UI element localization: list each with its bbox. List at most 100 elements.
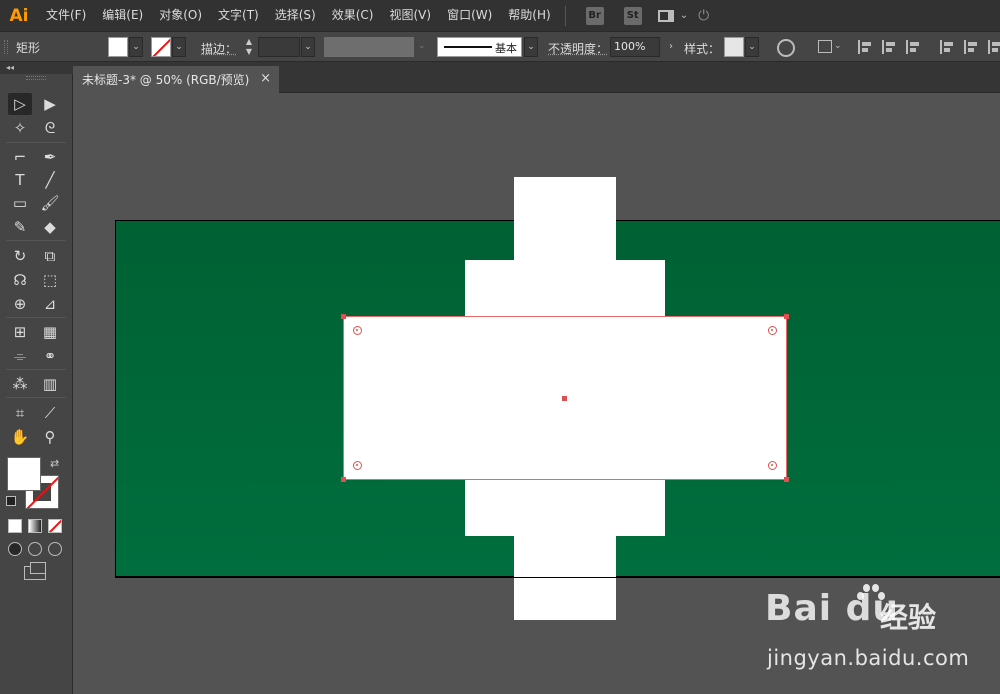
blend-tool-icon[interactable]: ⚭ — [38, 345, 62, 367]
artboard-tool-icon[interactable]: ⌗ — [8, 402, 32, 424]
rotate-tool-icon[interactable]: ↻ — [8, 245, 32, 267]
hand-tool-icon[interactable]: ✋ — [8, 426, 32, 448]
variable-width-dropdown[interactable]: ⌄ — [418, 41, 426, 51]
scale-tool-icon[interactable]: ⧉ — [38, 245, 62, 267]
align-left-icon[interactable] — [858, 40, 872, 54]
align-bottom-icon[interactable] — [988, 40, 1000, 54]
menu-window[interactable]: 窗口(W) — [439, 0, 500, 31]
menu-select[interactable]: 选择(S) — [267, 0, 324, 31]
gradient-tool-icon[interactable]: ▦ — [38, 321, 62, 343]
stroke-dropdown[interactable]: ⌄ — [172, 37, 186, 57]
corner-radius-widget[interactable] — [353, 326, 362, 335]
chevron-down-icon[interactable]: ⌄ — [834, 41, 842, 51]
paintbrush-tool-icon[interactable]: 🖌 — [38, 192, 62, 214]
tool-separator — [6, 317, 66, 318]
control-bar-grip[interactable] — [4, 40, 8, 54]
menu-help[interactable]: 帮助(H) — [500, 0, 558, 31]
free-transform-tool-icon[interactable]: ⬚ — [38, 269, 62, 291]
menu-file[interactable]: 文件(F) — [38, 0, 94, 31]
brush-definition[interactable]: 基本 — [437, 37, 522, 57]
tools-panel-grip[interactable] — [26, 76, 46, 80]
opacity-label[interactable]: 不透明度： — [548, 40, 608, 57]
bridge-button[interactable]: Br — [585, 6, 604, 25]
collapse-panel-icon[interactable]: ◂◂ — [6, 63, 14, 72]
close-icon[interactable]: × — [260, 71, 271, 86]
none-mode-button[interactable] — [48, 519, 62, 533]
fill-color-box[interactable] — [7, 457, 41, 491]
swap-fill-stroke-icon[interactable]: ⇄ — [50, 457, 59, 470]
align-top-icon[interactable] — [940, 40, 954, 54]
corner-radius-widget[interactable] — [768, 461, 777, 470]
variable-width-profile[interactable] — [324, 37, 414, 57]
lasso-tool-icon[interactable]: ᘓ — [38, 117, 62, 139]
corner-radius-widget[interactable] — [353, 461, 362, 470]
mesh-tool-icon[interactable]: ⊞ — [8, 321, 32, 343]
opacity-input[interactable]: 100% — [610, 37, 660, 57]
align-right-icon[interactable] — [906, 40, 920, 54]
menu-effect[interactable]: 效果(C) — [324, 0, 382, 31]
menu-edit[interactable]: 编辑(E) — [94, 0, 151, 31]
draw-behind-icon[interactable] — [28, 542, 42, 556]
shape-builder-tool-icon[interactable]: ⊕ — [8, 293, 32, 315]
transform-icon[interactable] — [818, 40, 832, 53]
draw-normal-icon[interactable] — [8, 542, 22, 556]
zoom-tool-icon[interactable]: ⚲ — [38, 426, 62, 448]
graphic-style-dropdown[interactable]: ⌄ — [745, 37, 759, 57]
perspective-grid-tool-icon[interactable]: ⊿ — [38, 293, 62, 315]
color-mode-button[interactable] — [8, 519, 22, 533]
line-tool-icon[interactable]: ╱ — [38, 169, 62, 191]
default-fill-stroke-icon[interactable] — [6, 496, 16, 506]
tool-separator — [6, 397, 66, 398]
chevron-down-icon[interactable]: ⌄ — [680, 10, 688, 21]
menu-type[interactable]: 文字(T) — [210, 0, 267, 31]
slice-tool-icon[interactable]: ⟋ — [38, 402, 62, 424]
pencil-tool-icon[interactable]: ✎ — [8, 216, 32, 238]
recolor-artwork-icon[interactable] — [777, 39, 795, 57]
corner-radius-widget[interactable] — [768, 326, 777, 335]
watermark-title: 经验 — [880, 601, 937, 634]
eyedropper-tool-icon[interactable]: ⌯ — [8, 345, 32, 367]
tool-separator — [6, 240, 66, 241]
selection-handle[interactable] — [784, 314, 789, 319]
warp-tool-icon[interactable]: ☊ — [8, 269, 32, 291]
align-horizontal-center-icon[interactable] — [882, 40, 896, 54]
baidu-jingyan-watermark: Bai du 经验 jingyan.baidu.com — [765, 584, 1000, 688]
magic-wand-tool-icon[interactable]: ✧ — [8, 117, 32, 139]
eraser-tool-icon[interactable]: ◆ — [38, 216, 62, 238]
chevron-right-icon[interactable]: › — [664, 37, 678, 57]
brush-stroke-preview — [444, 46, 492, 48]
stroke-swatch[interactable] — [151, 37, 171, 57]
align-vertical-center-icon[interactable] — [964, 40, 978, 54]
pen-tool-icon[interactable]: ✒ — [38, 146, 62, 168]
curvature-tool-icon[interactable]: ⌐ — [8, 146, 32, 168]
fill-swatch[interactable] — [108, 37, 128, 57]
stroke-weight-dropdown[interactable]: ⌄ — [301, 37, 315, 57]
stock-button[interactable]: St — [623, 6, 642, 25]
menu-view[interactable]: 视图(V) — [381, 0, 439, 31]
brush-dropdown[interactable]: ⌄ — [524, 37, 538, 57]
direct-selection-tool-icon[interactable]: ▶ — [38, 93, 62, 115]
selection-tool-icon[interactable]: ▷ — [8, 93, 32, 115]
app-logo: Ai — [9, 5, 29, 26]
stroke-weight-stepper[interactable]: ▲ ▼ — [242, 37, 256, 57]
screen-mode-icon[interactable] — [24, 562, 46, 580]
draw-inside-icon[interactable] — [48, 542, 62, 556]
fill-dropdown[interactable]: ⌄ — [129, 37, 143, 57]
column-graph-tool-icon[interactable]: ▥ — [38, 373, 62, 395]
selection-handle[interactable] — [341, 477, 346, 482]
graphic-style-swatch[interactable] — [724, 37, 744, 57]
workspace-layout-icon[interactable] — [657, 9, 674, 22]
selection-handle[interactable] — [784, 477, 789, 482]
menu-object[interactable]: 对象(O) — [151, 0, 210, 31]
symbol-sprayer-tool-icon[interactable]: ⁂ — [8, 373, 32, 395]
document-tab[interactable]: 未标题-3* @ 50% (RGB/预览) × — [73, 66, 279, 93]
gradient-mode-button[interactable] — [28, 519, 42, 533]
rectangle-tool-icon[interactable]: ▭ — [8, 192, 32, 214]
sync-icon[interactable]: ⏻ — [698, 8, 714, 24]
type-tool-icon[interactable]: T — [8, 169, 32, 191]
stroke-label[interactable]: 描边： — [201, 40, 237, 57]
selection-handle[interactable] — [341, 314, 346, 319]
style-label: 样式： — [684, 42, 721, 56]
document-tab-bar: 未标题-3* @ 50% (RGB/预览) × — [73, 62, 1000, 93]
stroke-weight-input[interactable] — [258, 37, 300, 57]
